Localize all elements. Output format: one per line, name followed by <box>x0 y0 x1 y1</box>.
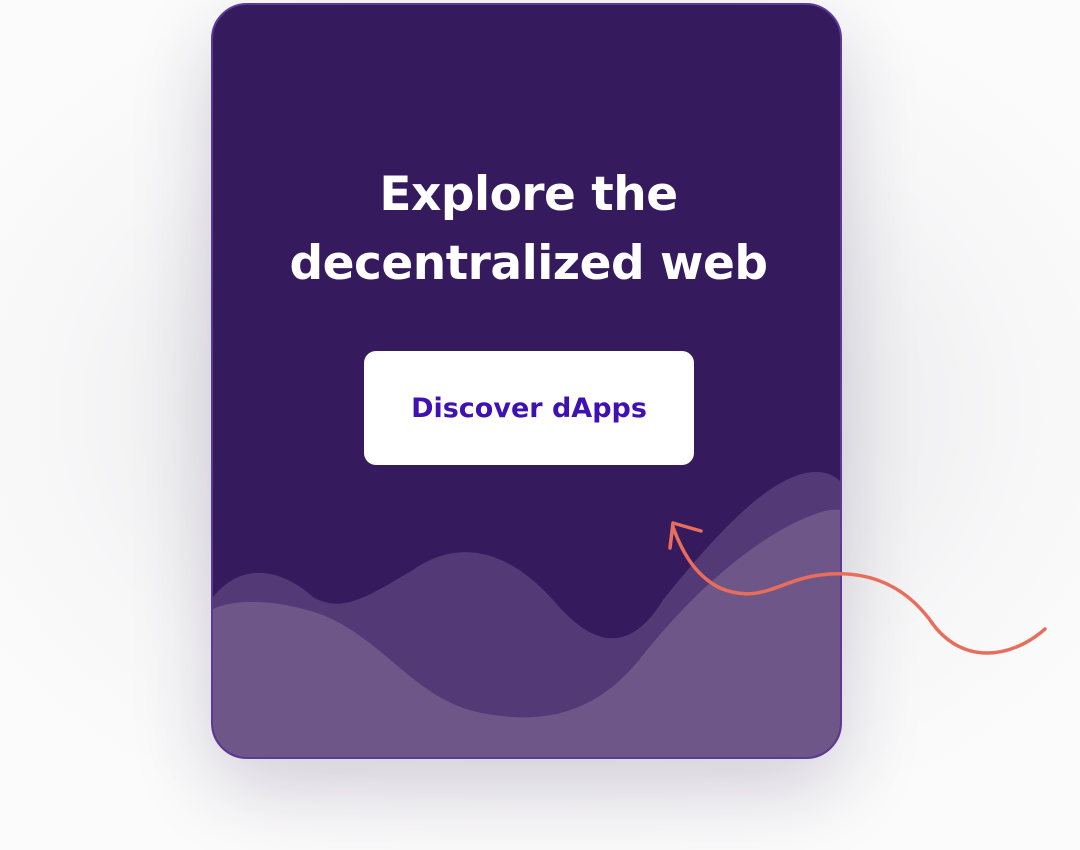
hero-title-line-1: Explore the <box>379 167 678 222</box>
hero-title: Explore the decentralized web <box>213 160 840 298</box>
discover-dapps-button[interactable]: Discover dApps <box>364 351 694 465</box>
promo-card: Explore the decentralized web Discover d… <box>211 3 842 759</box>
hero-title-line-2: decentralized web <box>289 236 768 291</box>
